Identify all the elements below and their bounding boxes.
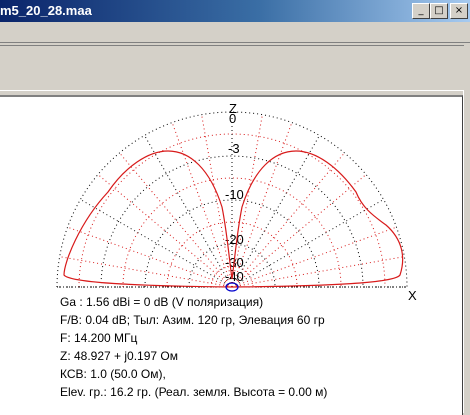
minimize-button[interactable]: _ — [412, 3, 430, 19]
info-frequency: F: 14.200 МГц — [60, 331, 138, 345]
ring-label-10: -10 — [225, 187, 244, 202]
close-button[interactable]: × — [450, 3, 468, 19]
grid-spoke — [59, 256, 233, 288]
maximize-button[interactable]: □ — [430, 3, 448, 19]
grid-spoke — [231, 152, 345, 288]
info-impedance: Z: 48.927 + j0.197 Ом — [60, 349, 178, 363]
window-title: m5_20_28.maa — [0, 3, 92, 18]
ring-label-40: -40 — [225, 269, 244, 284]
grid-spoke — [231, 226, 397, 288]
ring-label-0: 0 — [229, 111, 236, 126]
menu-bar — [0, 22, 470, 43]
info-elevation: Elev. гр.: 16.2 гр. (Реал. земля. Высота… — [60, 385, 328, 399]
grid-spoke — [67, 226, 233, 288]
toolbar-area — [0, 43, 470, 91]
info-front-back: F/B: 0.04 dB; Тыл: Азим. 120 гр, Элеваци… — [60, 313, 325, 327]
grid-spoke — [119, 152, 233, 288]
pattern-trace — [63, 150, 404, 288]
window-frame-right — [463, 91, 470, 413]
grid-spoke — [231, 256, 405, 288]
ring-label-3: -3 — [228, 141, 240, 156]
info-swr: КСВ: 1.0 (50.0 Ом), — [60, 367, 166, 381]
axis-x-label: X — [408, 288, 417, 303]
title-bar: m5_20_28.maa _ □ × — [0, 0, 470, 22]
pattern-plot: Z X 0 -3 -10 -20 -30 -40 Ga : 1.56 dBi =… — [0, 95, 463, 415]
grid-spoke — [171, 122, 233, 288]
info-gain: Ga : 1.56 dBi = 0 dB (V поляризация) — [60, 295, 264, 309]
